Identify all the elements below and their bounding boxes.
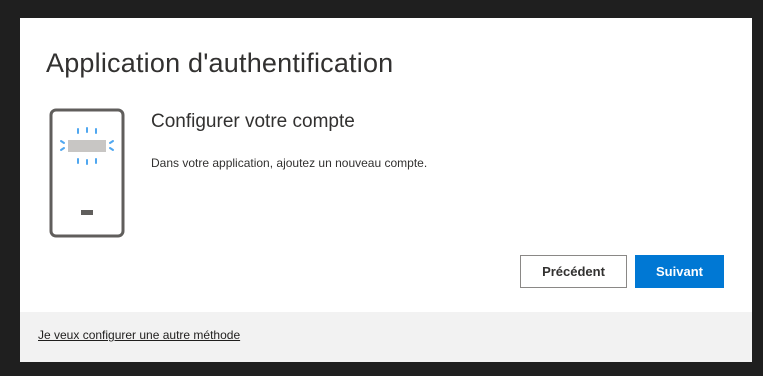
previous-button[interactable]: Précédent xyxy=(520,255,627,288)
phone-qr-icon xyxy=(49,108,125,238)
dialog-footer: Je veux configurer une autre méthode xyxy=(20,312,752,362)
next-button[interactable]: Suivant xyxy=(635,255,724,288)
authenticator-setup-dialog: Application d'authentification Configure… xyxy=(20,18,752,362)
alternate-method-link[interactable]: Je veux configurer une autre méthode xyxy=(38,328,240,342)
page-title: Application d'authentification xyxy=(46,48,394,78)
dialog-main: Application d'authentification Configure… xyxy=(20,18,752,312)
step-heading: Configurer votre compte xyxy=(151,111,355,132)
step-description: Dans votre application, ajoutez un nouve… xyxy=(151,156,428,170)
